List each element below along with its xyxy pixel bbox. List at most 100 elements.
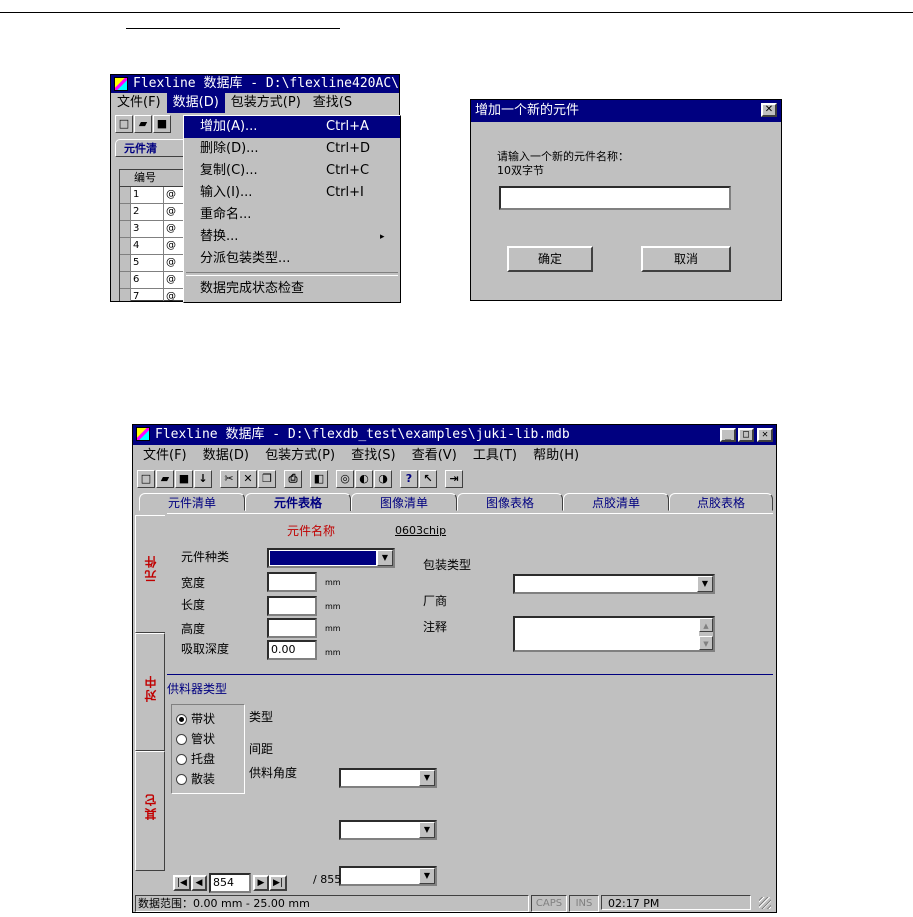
table-row[interactable]: 6 @ (120, 272, 190, 289)
feeder-radio[interactable]: 管状 (176, 729, 244, 749)
width-field[interactable] (267, 572, 317, 592)
scroll-up-icon[interactable]: ▲ (699, 618, 713, 632)
new-icon[interactable]: □ (115, 115, 133, 133)
row-selector[interactable] (120, 187, 131, 203)
print-icon[interactable]: ⎙ (284, 470, 302, 488)
cancel-button[interactable]: 取消 (641, 246, 731, 272)
find-next-icon[interactable]: ◑ (374, 470, 392, 488)
menu-file[interactable]: 文件(F) (111, 93, 167, 113)
table-row[interactable]: 7 @ (120, 289, 190, 301)
menu-item[interactable]: 替换... ▸ (184, 226, 400, 248)
side-tab-part[interactable]: 元件 (135, 515, 165, 633)
part-form-panel: 元件名称 0603chip 元件种类 ▼ 宽度 mm 长度 mm 高度 mm 吸… (167, 513, 773, 886)
length-field[interactable] (267, 596, 317, 616)
menu-item[interactable]: 数据完成状态检查 (184, 278, 400, 300)
open-icon[interactable]: ▰ (156, 470, 174, 488)
pickup-depth-field[interactable]: 0.00 (267, 640, 317, 660)
row-selector[interactable] (120, 238, 131, 254)
menu-find[interactable]: 查找(S) (345, 445, 401, 467)
context-help-icon[interactable]: ↖ (419, 470, 437, 488)
cut-icon[interactable]: ✂ (220, 470, 238, 488)
menu-item[interactable]: 输入(I)... Ctrl+I (184, 182, 400, 204)
menu-item-label: 复制(C)... (200, 163, 258, 178)
table-row[interactable]: 2 @ (120, 204, 190, 221)
chevron-down-icon: ▼ (377, 550, 393, 566)
menu-item[interactable]: 删除(D)... Ctrl+D (184, 138, 400, 160)
ok-button[interactable]: 确定 (507, 246, 593, 272)
last-record-icon[interactable]: ▶| (269, 875, 287, 891)
next-record-icon[interactable]: ▶ (253, 875, 269, 891)
tab-part-form[interactable]: 元件表格 (245, 493, 351, 511)
menu-item[interactable]: 分派包装类型... (184, 248, 400, 270)
menu-item[interactable]: 复制(C)... Ctrl+C (184, 160, 400, 182)
tab-part-list[interactable]: 元件清单 (139, 493, 245, 511)
part-type-combo[interactable]: ▼ (267, 548, 395, 568)
tab-dispense-list[interactable]: 点胶清单 (563, 493, 669, 511)
table-row[interactable]: 5 @ (120, 255, 190, 272)
package-type-combo[interactable]: ▼ (513, 574, 715, 594)
menu-package[interactable]: 包装方式(P) (225, 93, 307, 113)
side-tab-other[interactable]: 其它 (135, 751, 165, 871)
find-icon[interactable]: ◎ (336, 470, 354, 488)
save-icon[interactable]: ■ (153, 115, 171, 133)
delete-icon[interactable]: ✕ (239, 470, 257, 488)
prev-record-icon[interactable]: ◀ (191, 875, 207, 891)
exit-icon[interactable]: ⇥ (445, 470, 463, 488)
menu-item[interactable]: 增加(A)... Ctrl+A (184, 116, 400, 138)
radio-icon[interactable] (176, 734, 187, 745)
table-row[interactable]: 3 @ (120, 221, 190, 238)
radio-icon[interactable] (176, 774, 187, 785)
new-icon[interactable]: □ (137, 470, 155, 488)
close-icon[interactable]: ✕ (757, 428, 773, 442)
side-tab-align[interactable]: 对中 (135, 633, 165, 751)
main-menu-bar: 文件(F) 数据(D) 包装方式(P) 查找(S) 查看(V) 工具(T) 帮助… (133, 445, 776, 467)
table-row[interactable]: 4 @ (120, 238, 190, 255)
find-prev-icon[interactable]: ◐ (355, 470, 373, 488)
menu-package[interactable]: 包装方式(P) (259, 445, 341, 467)
resize-grip-icon[interactable] (759, 897, 771, 909)
part-name-input[interactable] (499, 186, 731, 210)
tab-image-form[interactable]: 图像表格 (457, 493, 563, 511)
pitch-combo[interactable]: ▼ (339, 820, 437, 840)
menu-item[interactable]: 重命名... (184, 204, 400, 226)
menu-data[interactable]: 数据(D) (197, 445, 255, 467)
record-number-field[interactable]: 854 (209, 873, 251, 893)
menu-data[interactable]: 数据(D) (166, 93, 225, 113)
comment-label: 注释 (423, 620, 448, 634)
height-field[interactable] (267, 618, 317, 638)
package-icon[interactable]: ◧ (310, 470, 328, 488)
table-row[interactable]: 1 @ (120, 187, 190, 204)
menu-find[interactable]: 查找(S (307, 93, 358, 113)
side-tab-align-label: 对中 (143, 674, 158, 702)
comment-textarea[interactable]: ▲ ▼ (513, 616, 715, 652)
feeder-radio[interactable]: 托盘 (176, 749, 244, 769)
radio-icon[interactable] (176, 754, 187, 765)
feeder-radio[interactable]: 散装 (176, 769, 244, 789)
menu-file[interactable]: 文件(F) (137, 445, 193, 467)
tab-image-list[interactable]: 图像清单 (351, 493, 457, 511)
row-number: 4 (131, 238, 164, 254)
feeder-radio[interactable]: 带状 (176, 709, 244, 729)
scroll-down-icon[interactable]: ▼ (699, 636, 713, 650)
open-icon[interactable]: ▰ (134, 115, 152, 133)
menu-view[interactable]: 查看(V) (406, 445, 463, 467)
tab-dispense-form[interactable]: 点胶表格 (669, 493, 773, 511)
menu-help[interactable]: 帮助(H) (527, 445, 585, 467)
row-selector[interactable] (120, 204, 131, 220)
maximize-icon[interactable]: □ (738, 428, 754, 442)
first-record-icon[interactable]: |◀ (173, 875, 191, 891)
row-selector[interactable] (120, 255, 131, 271)
row-selector[interactable] (120, 221, 131, 237)
import-icon[interactable]: ↓ (194, 470, 212, 488)
minimize-icon[interactable]: _ (720, 428, 736, 442)
row-selector[interactable] (120, 289, 131, 301)
feeder-type-combo[interactable]: ▼ (339, 768, 437, 788)
help-icon[interactable]: ? (400, 470, 418, 488)
scrollbar[interactable]: ▲ ▼ (699, 618, 713, 650)
radio-icon[interactable] (176, 714, 187, 725)
copy-icon[interactable]: ❐ (258, 470, 276, 488)
close-icon[interactable]: ✕ (761, 103, 777, 117)
menu-tools[interactable]: 工具(T) (467, 445, 523, 467)
row-selector[interactable] (120, 272, 131, 288)
save-icon[interactable]: ■ (175, 470, 193, 488)
